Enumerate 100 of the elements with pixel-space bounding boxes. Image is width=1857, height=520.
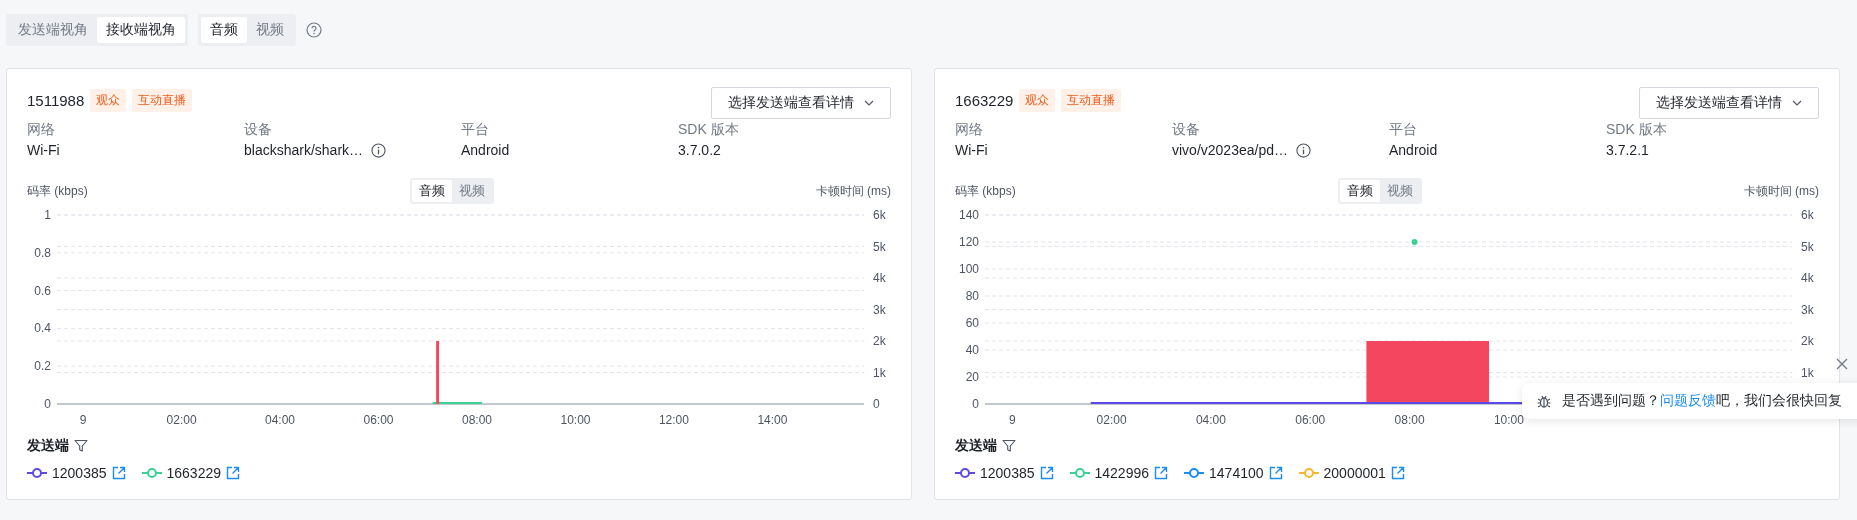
- x-tick-label: 9: [79, 413, 87, 427]
- x-tick-label: 10:00: [560, 413, 591, 427]
- info-value: 3.7.2.1: [1606, 141, 1649, 160]
- y2-tick-label: 1k: [873, 365, 886, 380]
- bug-icon: [1536, 393, 1552, 409]
- x-tick-label: 14:00: [757, 413, 788, 427]
- sender-id: 20000001: [1323, 465, 1386, 481]
- y2-tick-label: 1k: [1801, 365, 1814, 380]
- filter-icon[interactable]: [74, 439, 88, 453]
- caret-icon: [864, 100, 874, 106]
- media-tab[interactable]: 视频: [247, 17, 293, 43]
- sender-id: 1663229: [166, 465, 222, 481]
- feedback-link[interactable]: 问题反馈: [1660, 392, 1716, 408]
- external-link-icon[interactable]: [1268, 466, 1283, 480]
- info-label: 平台: [1389, 120, 1418, 139]
- y-tick-label: 0: [44, 397, 51, 411]
- y-tick-label: 0.6: [34, 283, 51, 298]
- y-tick-label: 0.4: [34, 321, 51, 336]
- legend-title: 发送端: [27, 437, 69, 455]
- y-axis-title: 码率 (kbps): [27, 182, 88, 200]
- x-tick-label: 06:00: [1295, 413, 1326, 427]
- view-tab[interactable]: 发送端视角: [9, 17, 97, 43]
- filter-icon[interactable]: [1002, 439, 1016, 453]
- view-tab[interactable]: 接收端视角: [97, 17, 185, 43]
- role-tag: 互动直播: [132, 88, 193, 112]
- y2-axis-title: 卡顿时间 (ms): [815, 182, 891, 200]
- chart-tab[interactable]: 视频: [1379, 180, 1420, 202]
- y-tick-label: 1: [44, 208, 51, 222]
- role-tag: 互动直播: [1061, 88, 1122, 112]
- chart-tab[interactable]: 音频: [1339, 180, 1380, 202]
- y2-tick-label: 6k: [1801, 208, 1814, 222]
- sender-select[interactable]: 选择发送端查看详情: [711, 87, 891, 119]
- y-tick-label: 100: [958, 262, 979, 276]
- x-tick-label: 06:00: [363, 413, 394, 427]
- y-tick-label: 20: [965, 370, 979, 384]
- x-tick-label: 12:00: [658, 413, 689, 427]
- info-value: Android: [461, 141, 510, 160]
- y-tick-label: 60: [965, 316, 979, 330]
- info-value: Android: [1389, 141, 1438, 160]
- info-label: 网络: [27, 120, 56, 139]
- info-label: 网络: [955, 120, 984, 139]
- info-icon[interactable]: [371, 142, 387, 158]
- y-axis-title: 码率 (kbps): [955, 182, 1016, 200]
- y2-tick-label: 3k: [1801, 302, 1814, 317]
- external-link-icon[interactable]: [226, 466, 241, 480]
- info-label: SDK 版本: [1606, 120, 1668, 139]
- y-tick-label: 80: [965, 289, 979, 303]
- y2-tick-label: 5k: [1801, 239, 1814, 254]
- info-label: 平台: [461, 120, 490, 139]
- external-link-icon[interactable]: [111, 466, 126, 480]
- y-tick-label: 120: [958, 235, 979, 249]
- caret-icon: [1792, 100, 1802, 106]
- chart-tab[interactable]: 视频: [451, 180, 492, 202]
- series-point: [1411, 239, 1418, 245]
- sender-select[interactable]: 选择发送端查看详情: [1639, 87, 1819, 119]
- user-id: 1511988: [27, 91, 85, 109]
- x-tick-label: 9: [1008, 413, 1016, 427]
- info-value: 3.7.0.2: [678, 141, 721, 160]
- series-line: [431, 402, 483, 404]
- user-id: 1663229: [955, 91, 1014, 109]
- external-link-icon[interactable]: [1390, 466, 1405, 480]
- y2-tick-label: 6k: [873, 208, 886, 222]
- sender-id: 1474100: [1209, 465, 1264, 481]
- external-link-icon[interactable]: [1039, 466, 1054, 480]
- stall-bar: [436, 341, 440, 404]
- legend-title: 发送端: [955, 437, 997, 455]
- y2-tick-label: 4k: [873, 271, 886, 285]
- info-label: SDK 版本: [678, 120, 740, 139]
- info-value: blackshark/shark…: [244, 141, 364, 160]
- role-tag: 观众: [1019, 88, 1056, 112]
- y2-tick-label: 2k: [1801, 334, 1814, 348]
- help-icon[interactable]: [306, 22, 322, 38]
- info-value: vivo/v2023ea/pd…: [1172, 141, 1288, 160]
- close-icon[interactable]: [1836, 358, 1848, 370]
- y2-tick-label: 2k: [873, 334, 886, 348]
- sender-id: 1200385: [980, 465, 1035, 481]
- sender-id: 1422996: [1094, 465, 1150, 481]
- info-value: Wi-Fi: [27, 141, 60, 160]
- y-tick-label: 0.8: [34, 245, 51, 260]
- x-tick-label: 04:00: [1195, 413, 1226, 427]
- info-value: Wi-Fi: [955, 141, 988, 160]
- sender-id: 1200385: [52, 465, 107, 481]
- x-tick-label: 02:00: [166, 413, 197, 427]
- x-tick-label: 02:00: [1096, 413, 1127, 427]
- info-label: 设备: [1172, 120, 1201, 139]
- x-tick-label: 10:00: [1493, 413, 1524, 427]
- x-tick-label: 04:00: [265, 413, 296, 427]
- info-icon[interactable]: [1295, 142, 1311, 158]
- x-tick-label: 08:00: [1394, 413, 1425, 427]
- role-tag: 观众: [90, 88, 127, 112]
- y-tick-label: 0.2: [34, 359, 51, 374]
- info-label: 设备: [244, 120, 273, 139]
- y2-tick-label: 4k: [1801, 271, 1814, 285]
- media-tab[interactable]: 音频: [201, 17, 247, 43]
- y-tick-label: 0: [972, 397, 979, 411]
- y-tick-label: 140: [958, 208, 979, 222]
- y2-tick-label: 5k: [873, 239, 886, 254]
- chart-tab[interactable]: 音频: [411, 180, 452, 202]
- external-link-icon[interactable]: [1154, 466, 1169, 480]
- x-tick-label: 08:00: [462, 413, 492, 427]
